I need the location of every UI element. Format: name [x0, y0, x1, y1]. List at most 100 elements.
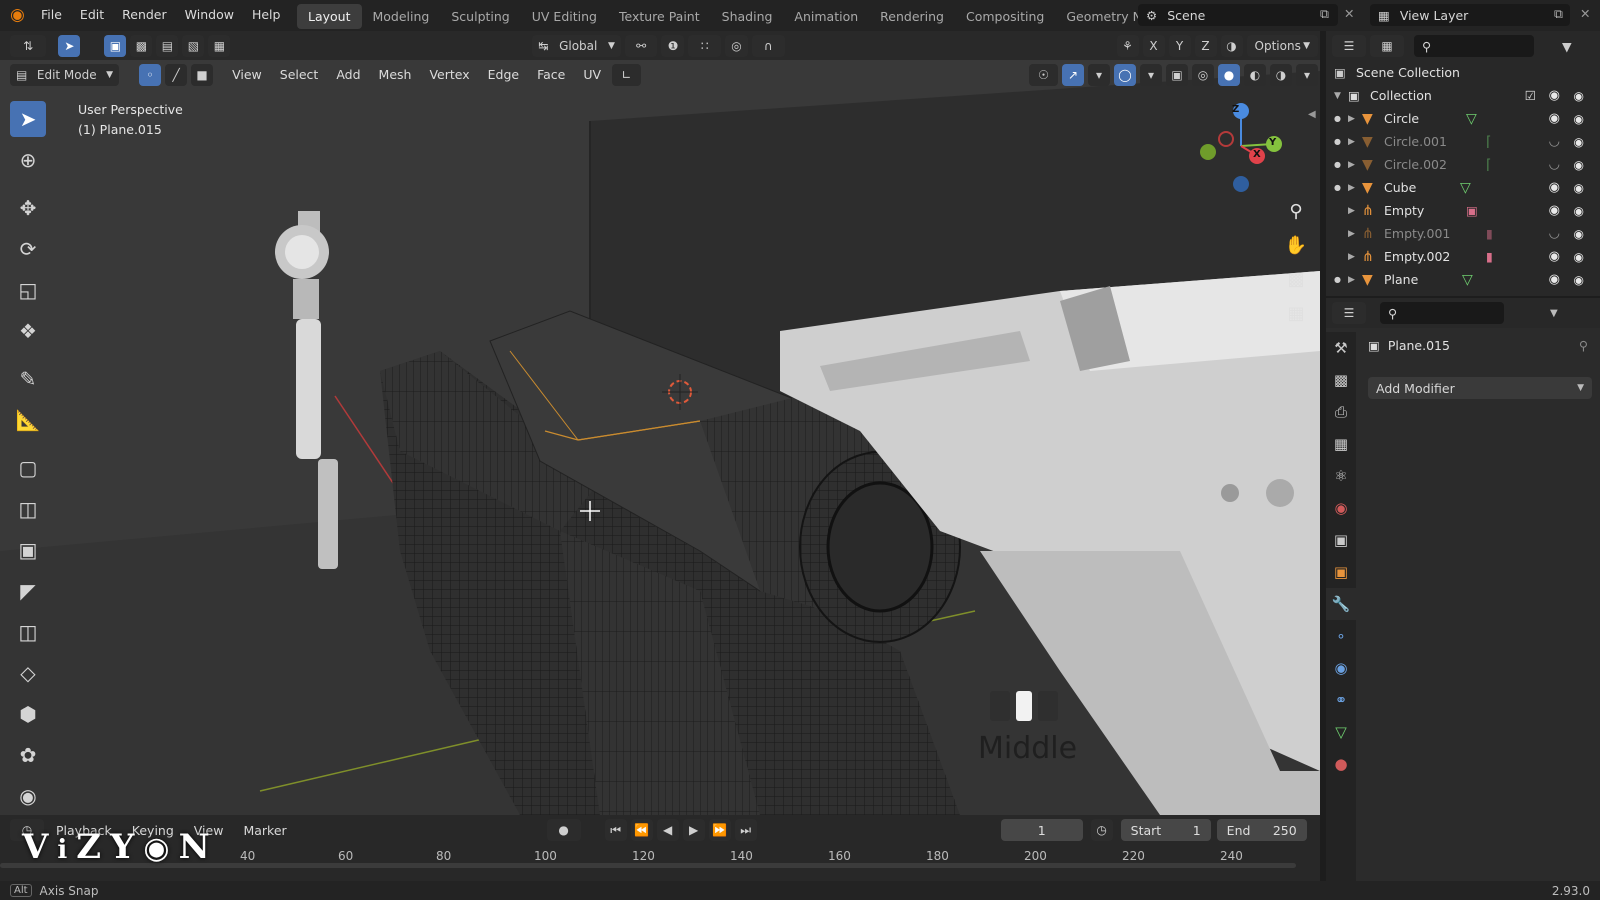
shading-solid-icon[interactable]: ●	[1217, 63, 1240, 86]
cursor-tool-icon[interactable]: ⊕	[10, 142, 46, 178]
eye-closed-icon[interactable]: ◡	[1549, 226, 1560, 241]
current-frame-field[interactable]: 1	[1000, 819, 1083, 841]
scene-tab-icon[interactable]: ⚛	[1326, 460, 1356, 492]
preview-range-icon[interactable]: ◷	[1090, 819, 1113, 841]
mesh-data-icon[interactable]: ▽	[1466, 111, 1477, 127]
move-tool-icon[interactable]: ✥	[10, 190, 46, 226]
bevel-tool-icon[interactable]: ◤	[10, 573, 46, 609]
options-dropdown[interactable]: Options ▼	[1246, 34, 1319, 57]
eye-icon[interactable]: ◉	[1549, 249, 1560, 264]
object-tab-icon[interactable]: ▣	[1326, 556, 1356, 588]
outliner-item-empty-001[interactable]: ▶ ⋔ Empty.001 ▮ ◡ ◉	[1326, 222, 1600, 245]
tab-compositing[interactable]: Compositing	[955, 4, 1055, 29]
collection-row[interactable]: ▼ ▣ Collection ☑ ◉ ◉	[1326, 84, 1600, 107]
pivot-point-icon[interactable]: ⚯	[624, 34, 658, 57]
blender-logo-icon[interactable]: ◉	[10, 5, 25, 25]
face-select-icon[interactable]: ■	[191, 63, 214, 86]
image-data-icon[interactable]: ▮	[1486, 249, 1493, 264]
ortho-grid-icon[interactable]: ▦	[1280, 297, 1312, 329]
menu-edge[interactable]: Edge	[479, 67, 528, 82]
auto-merge-icon[interactable]: ◑	[1220, 34, 1243, 57]
menu-file[interactable]: File	[32, 7, 71, 22]
image-data-icon[interactable]: ▣	[1466, 203, 1478, 218]
knife-tool-icon[interactable]: ◇	[10, 655, 46, 691]
modifier-tab-icon[interactable]: 🔧	[1326, 588, 1356, 620]
pin-icon[interactable]: ⚲	[1579, 338, 1588, 353]
menu-mesh[interactable]: Mesh	[370, 67, 421, 82]
select-invert-icon[interactable]: ▧	[182, 34, 205, 57]
delete-view-layer-icon[interactable]: ✕	[1580, 6, 1590, 21]
outliner-item-plane[interactable]: ● ▶ ▼ Plane ▽ ◉ ◉	[1326, 268, 1600, 291]
proportional-edit-icon[interactable]: ◎	[725, 34, 748, 57]
outliner-item-circle-001[interactable]: ● ▶ ▼ Circle.001 ⌈ ◡ ◉	[1326, 130, 1600, 153]
view-layer-selector[interactable]: ▦ View Layer	[1370, 4, 1570, 26]
menu-face[interactable]: Face	[528, 67, 574, 82]
editor-type-icon[interactable]: ⇅	[10, 34, 47, 57]
chevron-down-icon[interactable]: ▼	[1550, 308, 1558, 319]
loop-cut-tool-icon[interactable]: ◫	[10, 614, 46, 650]
camera-icon[interactable]: ◉	[1574, 273, 1584, 287]
properties-search-input[interactable]: ⚲	[1380, 302, 1504, 324]
poly-build-tool-icon[interactable]: ⬢	[10, 696, 46, 732]
delete-scene-icon[interactable]: ✕	[1344, 6, 1354, 21]
menu-edit[interactable]: Edit	[71, 7, 113, 22]
scene-selector[interactable]: ⚙ Scene	[1138, 4, 1338, 26]
outliner-item-empty[interactable]: ▶ ⋔ Empty ▣ ◉ ◉	[1326, 199, 1600, 222]
annotate-tool-icon[interactable]: ✎	[10, 361, 46, 397]
vertex-select-icon[interactable]: ◦	[139, 63, 162, 86]
end-frame-field[interactable]: End 250	[1216, 819, 1307, 841]
eye-icon[interactable]: ◉	[1549, 272, 1560, 287]
constraints-tab-icon[interactable]: ⚭	[1326, 684, 1356, 716]
camera-view-icon[interactable]: ▩	[1280, 263, 1312, 295]
edge-select-icon[interactable]: ╱	[165, 63, 188, 86]
shading-rendered-icon[interactable]: ◑	[1269, 63, 1292, 86]
camera-icon[interactable]: ◉	[1574, 158, 1584, 172]
tab-uv-editing[interactable]: UV Editing	[521, 4, 608, 29]
eye-icon[interactable]: ◉	[1549, 88, 1560, 103]
scene-collection-row[interactable]: ▣ Scene Collection	[1326, 61, 1600, 84]
jump-end-icon[interactable]: ⏭	[734, 819, 757, 841]
select-extend-icon[interactable]: ▩	[130, 34, 153, 57]
camera-icon[interactable]: ◉	[1574, 135, 1584, 149]
transform-tool-icon[interactable]: ❖	[10, 313, 46, 349]
menu-view[interactable]: View	[223, 67, 271, 82]
outliner-item-cube[interactable]: ● ▶ ▼ Cube ▽ ◉ ◉	[1326, 176, 1600, 199]
outliner-editor-type-icon[interactable]: ☰	[1332, 35, 1366, 57]
camera-icon[interactable]: ◉	[1574, 112, 1584, 126]
expand-triangle-icon[interactable]: ▼	[1334, 91, 1348, 101]
menu-help[interactable]: Help	[243, 7, 290, 22]
eye-icon[interactable]: ◉	[1549, 203, 1560, 218]
material-tab-icon[interactable]: ●	[1326, 748, 1356, 780]
menu-select[interactable]: Select	[271, 67, 328, 82]
uv-options-icon[interactable]: ∟	[612, 63, 642, 86]
mirror-x-toggle[interactable]: X	[1142, 34, 1165, 57]
outliner-search-input[interactable]: ⚲	[1414, 35, 1534, 57]
outliner-item-circle[interactable]: ● ▶ ▼ Circle ▽ ◉ ◉	[1326, 107, 1600, 130]
zoom-icon[interactable]: ⚲	[1280, 195, 1312, 227]
visibility-icon[interactable]: ☉	[1029, 63, 1058, 86]
particles-tab-icon[interactable]: ∘	[1326, 620, 1356, 652]
expand-triangle-icon[interactable]: ▶	[1348, 183, 1362, 193]
view-layer-tab-icon[interactable]: ▦	[1326, 428, 1356, 460]
mesh-data-icon[interactable]: ▽	[1462, 272, 1473, 288]
tab-sculpting[interactable]: Sculpting	[440, 4, 520, 29]
scale-tool-icon[interactable]: ◱	[10, 272, 46, 308]
properties-editor-type-icon[interactable]: ☰	[1332, 302, 1366, 324]
camera-icon[interactable]: ◉	[1574, 181, 1584, 195]
menu-marker[interactable]: Marker	[233, 823, 296, 838]
select-box-tool-icon[interactable]: ➤	[10, 101, 46, 137]
menu-vertex[interactable]: Vertex	[420, 67, 478, 82]
auto-keying-icon[interactable]: ●	[546, 819, 581, 841]
menu-window[interactable]: Window	[176, 7, 243, 22]
exclude-checkbox[interactable]: ☑	[1525, 88, 1536, 103]
filter-icon[interactable]: ▼	[1562, 39, 1572, 54]
select-new-icon[interactable]: ▣	[104, 34, 127, 57]
eye-closed-icon[interactable]: ◡	[1549, 134, 1560, 149]
new-view-layer-icon[interactable]: ⧉	[1554, 6, 1563, 22]
eye-icon[interactable]: ◉	[1549, 180, 1560, 195]
tab-shading[interactable]: Shading	[711, 4, 784, 29]
xray-toggle-icon[interactable]: ▣	[1165, 63, 1188, 86]
tab-animation[interactable]: Animation	[783, 4, 869, 29]
tool-tab-icon[interactable]: ⚒	[1326, 332, 1356, 364]
measure-tool-icon[interactable]: 📐	[10, 402, 46, 438]
